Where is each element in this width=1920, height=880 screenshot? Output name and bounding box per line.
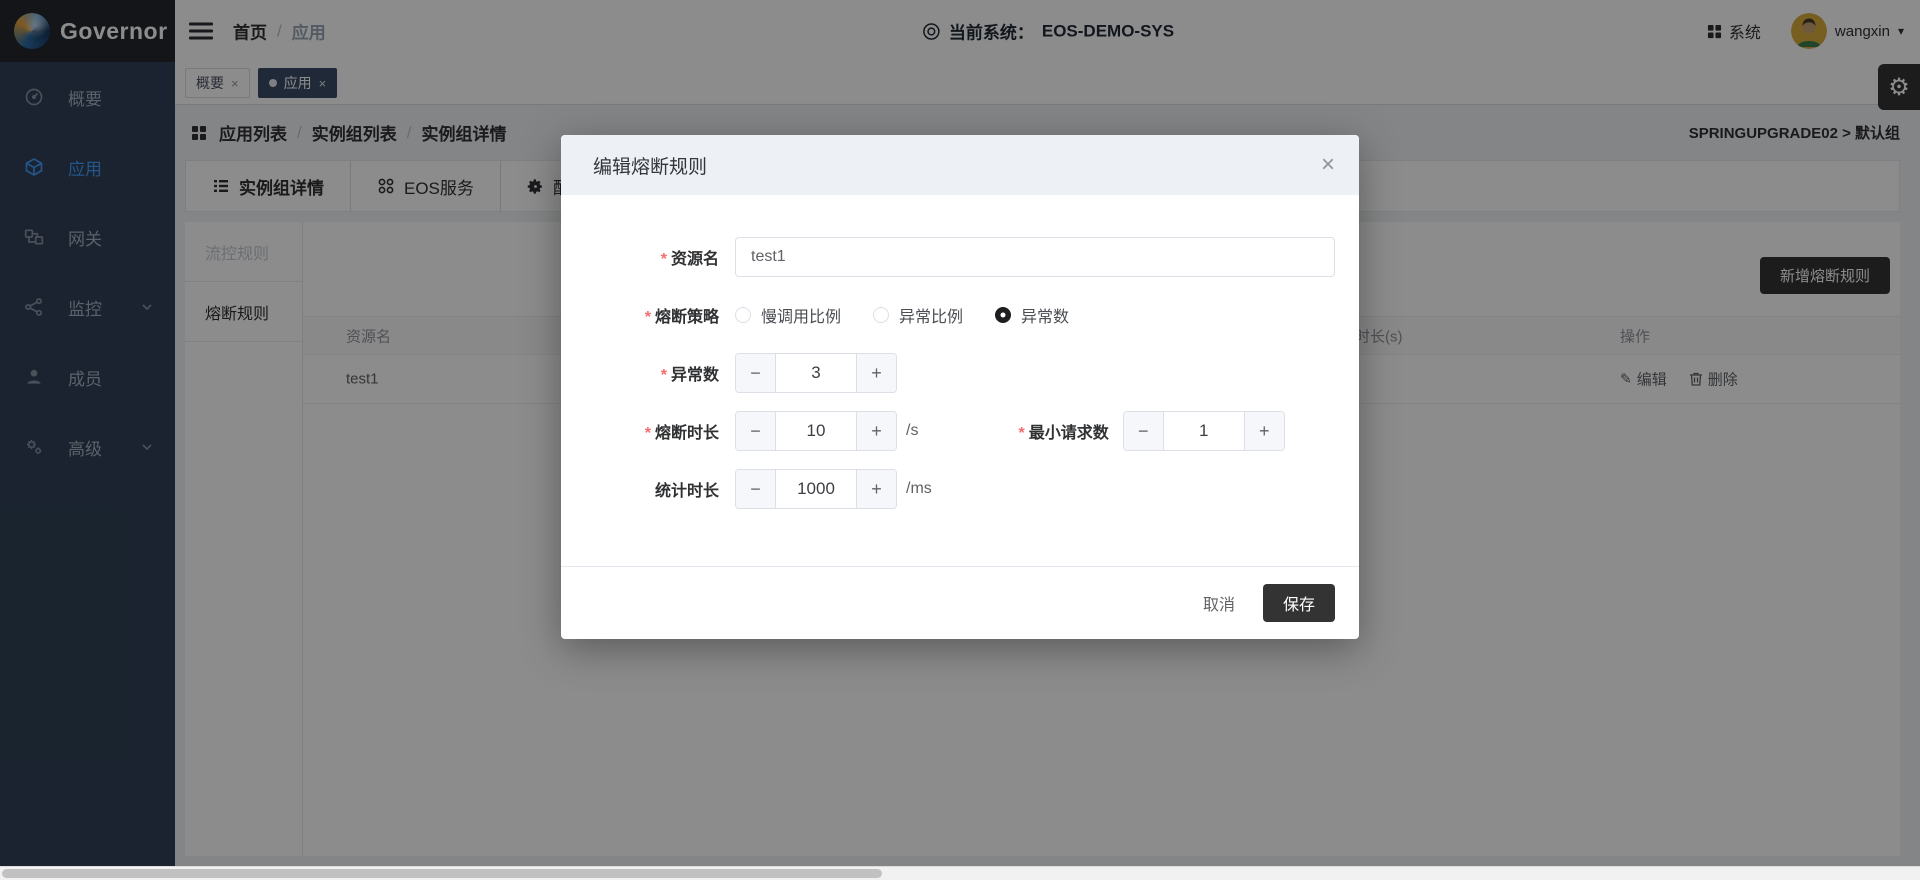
required-asterisk: * — [645, 309, 651, 326]
unit-milliseconds: /ms — [906, 480, 932, 498]
break-duration-value[interactable]: 10 — [776, 412, 856, 450]
min-requests-stepper: − 1 + — [1123, 411, 1285, 451]
horizontal-scrollbar[interactable] — [0, 866, 1920, 880]
break-duration-label: *熔断时长 — [561, 419, 719, 443]
exception-count-label: *异常数 — [561, 361, 719, 385]
decrement-button[interactable]: − — [1124, 412, 1164, 450]
increment-button[interactable]: + — [1244, 412, 1284, 450]
unit-seconds: /s — [906, 422, 918, 440]
radio-icon — [735, 307, 751, 323]
radio-exception-count[interactable]: 异常数 — [995, 303, 1069, 327]
radio-label: 异常数 — [1021, 303, 1069, 327]
stat-duration-stepper: − 1000 + — [735, 469, 897, 509]
form-row-stat-duration: 统计时长 − 1000 + /ms — [561, 469, 1359, 509]
increment-button[interactable]: + — [856, 470, 896, 508]
required-asterisk: * — [645, 425, 651, 442]
exception-count-value[interactable]: 3 — [776, 354, 856, 392]
strategy-label: *熔断策略 — [561, 303, 719, 327]
required-asterisk: * — [661, 251, 667, 268]
resource-name-input[interactable] — [735, 237, 1335, 277]
exception-count-stepper: − 3 + — [735, 353, 897, 393]
increment-button[interactable]: + — [856, 412, 896, 450]
radio-checked-icon — [995, 307, 1011, 323]
min-requests-label: *最小请求数 — [1018, 419, 1108, 443]
save-button[interactable]: 保存 — [1263, 584, 1335, 622]
scrollbar-thumb[interactable] — [2, 869, 882, 878]
min-requests-value[interactable]: 1 — [1164, 412, 1244, 450]
required-asterisk: * — [1018, 425, 1024, 442]
radio-label: 异常比例 — [899, 303, 963, 327]
dialog-title: 编辑熔断规则 — [593, 152, 707, 179]
increment-button[interactable]: + — [856, 354, 896, 392]
decrement-button[interactable]: − — [736, 354, 776, 392]
radio-exception-ratio[interactable]: 异常比例 — [873, 303, 963, 327]
dialog-header: 编辑熔断规则 × — [561, 135, 1359, 195]
dialog-body: *资源名 *熔断策略 慢调用比例 异常比例 异常数 *异 — [561, 195, 1359, 509]
decrement-button[interactable]: − — [736, 412, 776, 450]
edit-circuit-rule-dialog: 编辑熔断规则 × *资源名 *熔断策略 慢调用比例 异常比例 — [561, 135, 1359, 639]
form-row-exception-count: *异常数 − 3 + — [561, 353, 1359, 393]
form-row-durations: *熔断时长 − 10 + /s *最小请求数 − 1 + — [561, 411, 1359, 451]
resource-name-label: *资源名 — [561, 245, 719, 269]
radio-slow-call-ratio[interactable]: 慢调用比例 — [735, 303, 841, 327]
close-icon[interactable]: × — [1321, 153, 1335, 177]
stat-duration-label: 统计时长 — [561, 477, 719, 501]
required-asterisk: * — [661, 367, 667, 384]
radio-label: 慢调用比例 — [761, 303, 841, 327]
stat-duration-value[interactable]: 1000 — [776, 470, 856, 508]
cancel-button[interactable]: 取消 — [1197, 583, 1241, 623]
decrement-button[interactable]: − — [736, 470, 776, 508]
form-row-strategy: *熔断策略 慢调用比例 异常比例 异常数 — [561, 295, 1359, 335]
radio-icon — [873, 307, 889, 323]
app-root: Governor 首页 / 应用 当前系统： EOS-DEMO-SYS — [0, 0, 1920, 880]
dialog-footer: 取消 保存 — [561, 566, 1359, 639]
form-row-resource: *资源名 — [561, 237, 1359, 277]
break-duration-stepper: − 10 + — [735, 411, 897, 451]
